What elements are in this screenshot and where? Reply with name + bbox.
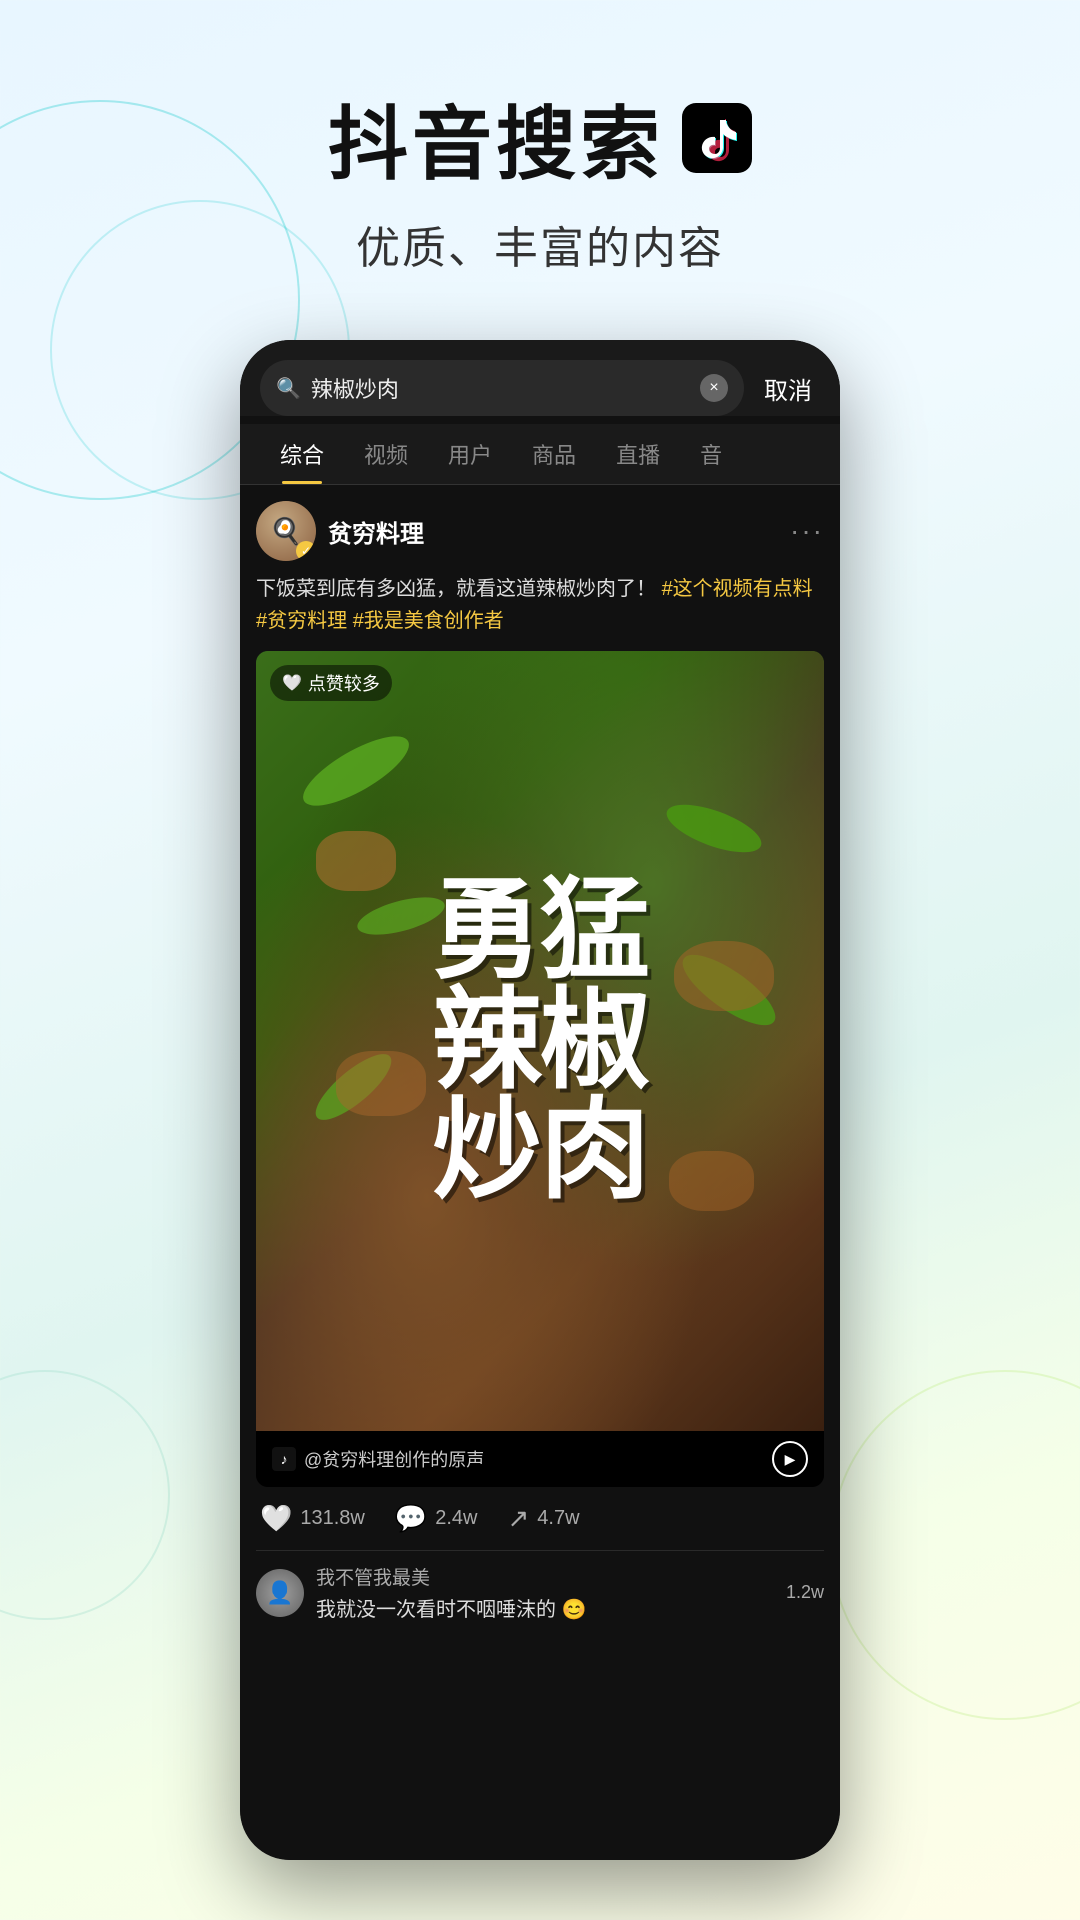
video-title-overlay: 勇猛辣椒炒肉	[432, 876, 648, 1206]
cancel-button[interactable]: 取消	[756, 371, 820, 406]
tab-video[interactable]: 视频	[344, 424, 428, 484]
post-description: 下饭菜到底有多凶猛，就看这道辣椒炒肉了！ #这个视频有点料 #贫穷料理 #我是美…	[256, 573, 824, 637]
app-title: 抖音搜索	[0, 80, 1080, 196]
tiktok-logo	[682, 103, 752, 173]
comment-section: 👤 我不管我最美 我就没一次看时不咽唾沫的 😊 1.2w	[256, 1551, 824, 1634]
subtitle: 优质、丰富的内容	[0, 212, 1080, 276]
sound-info: ♪ @贫穷料理创作的原声	[272, 1446, 484, 1472]
video-thumbnail[interactable]: 🤍 点赞较多 勇猛辣椒炒肉 ♪ @贫穷料理创作的原声 ▶	[256, 651, 824, 1487]
bg-decoration-4	[830, 1370, 1080, 1720]
comment-button[interactable]: 💬 2.4w	[395, 1503, 478, 1534]
username[interactable]: 贫穷料理	[328, 514, 778, 549]
verified-badge: ✓	[296, 541, 316, 561]
hashtag-1[interactable]: #这个视频有点料	[662, 578, 813, 600]
comment-text: 我就没一次看时不咽唾沫的 😊	[316, 1593, 774, 1622]
tab-product[interactable]: 商品	[512, 424, 596, 484]
interaction-bar: 🤍 131.8w 💬 2.4w ↗ 4.7w	[256, 1487, 824, 1551]
comment-avatar: 👤	[256, 1569, 304, 1617]
sound-text: @贫穷料理创作的原声	[304, 1446, 484, 1472]
play-button[interactable]: ▶	[772, 1441, 808, 1477]
commenter-name: 我不管我最美	[316, 1563, 774, 1590]
phone-frame: 🔍 辣椒炒肉 × 取消 综合 视频 用户 商品 直播	[240, 340, 840, 1860]
video-image: 🤍 点赞较多 勇猛辣椒炒肉	[256, 651, 824, 1431]
comment-content: 我不管我最美 我就没一次看时不咽唾沫的 😊	[316, 1563, 774, 1622]
tab-music[interactable]: 音	[680, 424, 742, 484]
search-icon: 🔍	[276, 376, 301, 401]
like-count: 131.8w	[300, 1507, 365, 1530]
meat-1	[316, 831, 396, 891]
clear-button[interactable]: ×	[700, 374, 728, 402]
heart-icon: 🤍	[282, 673, 302, 693]
tab-user[interactable]: 用户	[428, 424, 512, 484]
search-input-area[interactable]: 🔍 辣椒炒肉 ×	[260, 360, 744, 416]
search-query-text: 辣椒炒肉	[311, 372, 690, 404]
hashtag-3[interactable]: #我是美食创作者	[353, 610, 504, 632]
comment-likes: 1.2w	[786, 1582, 824, 1603]
comment-count: 2.4w	[435, 1507, 477, 1530]
tabs-container: 综合 视频 用户 商品 直播 音	[240, 424, 840, 485]
header-section: 抖音搜索 优质、丰富的内容	[0, 0, 1080, 316]
share-count: 4.7w	[537, 1507, 579, 1530]
more-options-button[interactable]: ···	[790, 515, 824, 547]
meat-3	[336, 1051, 426, 1116]
meat-2	[674, 941, 774, 1011]
tab-comprehensive[interactable]: 综合	[260, 424, 344, 484]
video-title-text: 勇猛辣椒炒肉	[432, 876, 648, 1206]
tab-live[interactable]: 直播	[596, 424, 680, 484]
avatar: 🍳 ✓	[256, 501, 316, 561]
like-button[interactable]: 🤍 131.8w	[260, 1503, 365, 1534]
hashtag-2[interactable]: #贫穷料理	[256, 610, 347, 632]
tiktok-mini-icon: ♪	[272, 1447, 296, 1471]
comment-icon: 💬	[395, 1503, 427, 1534]
share-icon: ↗	[508, 1503, 530, 1534]
content-area: 🍳 ✓ 贫穷料理 ··· 下饭菜到底有多凶猛，就看这道辣椒炒肉了！ #这个视频有…	[240, 485, 840, 1650]
phone-inner: 🔍 辣椒炒肉 × 取消 综合 视频 用户 商品 直播	[240, 340, 840, 1860]
search-bar-container: 🔍 辣椒炒肉 × 取消	[240, 340, 840, 416]
meat-4	[669, 1151, 754, 1211]
share-button[interactable]: ↗ 4.7w	[508, 1503, 580, 1534]
user-card: 🍳 ✓ 贫穷料理 ···	[256, 501, 824, 561]
comment-item: 👤 我不管我最美 我就没一次看时不咽唾沫的 😊 1.2w	[256, 1563, 824, 1622]
sound-bar: ♪ @贫穷料理创作的原声 ▶	[256, 1431, 824, 1487]
like-icon: 🤍	[260, 1503, 292, 1534]
like-badge: 🤍 点赞较多	[270, 665, 392, 701]
bg-decoration-3	[0, 1370, 170, 1620]
